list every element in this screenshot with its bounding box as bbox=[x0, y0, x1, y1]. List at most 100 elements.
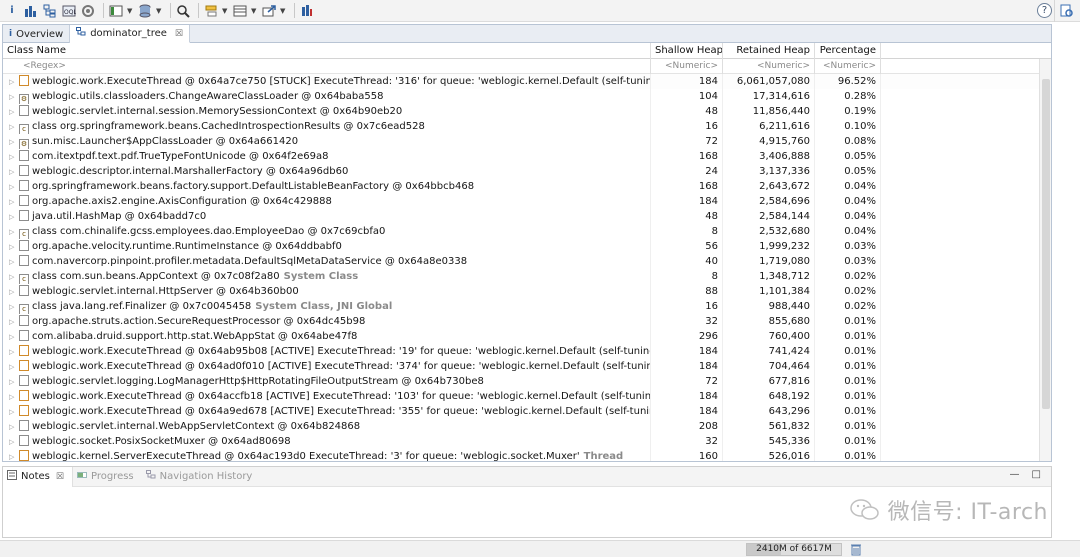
info-icon[interactable]: i bbox=[4, 3, 20, 19]
retained-heap-cell: 704,464 bbox=[723, 359, 815, 374]
garbage-collect-icon[interactable] bbox=[850, 543, 862, 556]
heap-status[interactable]: 2410M of 6617M bbox=[746, 543, 842, 556]
table-row[interactable]: ▷ ⚙ sun.misc.Launcher$AppClassLoader @ 0x6… bbox=[3, 134, 1039, 149]
retained-heap-cell: 741,424 bbox=[723, 344, 815, 359]
object-icon bbox=[19, 195, 29, 206]
close-icon[interactable]: ☒ bbox=[175, 29, 183, 39]
retained-heap-filter-input[interactable]: <Numeric> bbox=[723, 59, 815, 74]
column-percentage[interactable]: Percentage bbox=[815, 43, 881, 59]
table-row[interactable]: ▷ c class java.lang.ref.Finalizer @ 0x7c00… bbox=[3, 299, 1039, 314]
report-dropdown-icon[interactable]: ▼ bbox=[127, 7, 134, 15]
expand-icon[interactable]: ▷ bbox=[9, 255, 18, 269]
expand-icon[interactable]: ▷ bbox=[9, 405, 18, 419]
table-row[interactable]: ▷ weblogic.servlet.internal.WebAppServlet… bbox=[3, 419, 1039, 434]
expand-icon[interactable]: ▷ bbox=[9, 225, 18, 239]
expand-icon[interactable]: ▷ bbox=[9, 315, 18, 329]
expand-icon[interactable]: ▷ bbox=[9, 285, 18, 299]
class-name-cell: ▷ weblogic.descriptor.internal.Marshaller… bbox=[3, 164, 651, 179]
column-shallow-heap[interactable]: Shallow Heap bbox=[651, 43, 723, 59]
table-row[interactable]: ▷ ⚙ weblogic.utils.classloaders.ChangeAwar… bbox=[3, 89, 1039, 104]
class-name-filter-input[interactable]: <Regex> bbox=[3, 59, 651, 74]
table-row[interactable]: ▷ weblogic.kernel.ServerExecuteThread @ 0… bbox=[3, 449, 1039, 461]
percentage-filter-input[interactable]: <Numeric> bbox=[815, 59, 881, 74]
database-icon[interactable] bbox=[137, 3, 153, 19]
table-row[interactable]: ▷ weblogic.servlet.internal.HttpServer @ … bbox=[3, 284, 1039, 299]
dominator-tree-icon[interactable] bbox=[42, 3, 58, 19]
maximize-icon[interactable]: □ bbox=[1032, 469, 1041, 480]
expand-icon[interactable]: ▷ bbox=[9, 135, 18, 149]
expand-icon[interactable]: ▷ bbox=[9, 180, 18, 194]
table-row[interactable]: ▷ weblogic.work.ExecuteThread @ 0x64a9ed6… bbox=[3, 404, 1039, 419]
group-icon[interactable] bbox=[203, 3, 219, 19]
table-row[interactable]: ▷ weblogic.descriptor.internal.Marshaller… bbox=[3, 164, 1039, 179]
expand-icon[interactable]: ▷ bbox=[9, 435, 18, 449]
expand-icon[interactable]: ▷ bbox=[9, 75, 18, 89]
table-row[interactable]: ▷ weblogic.servlet.logging.LogManagerHttp… bbox=[3, 374, 1039, 389]
help-icon[interactable]: ? bbox=[1037, 3, 1052, 18]
expand-icon[interactable]: ▷ bbox=[9, 360, 18, 374]
class-name-cell: ▷ org.springframework.beans.factory.suppo… bbox=[3, 179, 651, 194]
expand-icon[interactable]: ▷ bbox=[9, 420, 18, 434]
tab-overview[interactable]: i Overview bbox=[3, 25, 71, 43]
expand-icon[interactable]: ▷ bbox=[9, 105, 18, 119]
table-row[interactable]: ▷ org.apache.struts.action.SecureRequestP… bbox=[3, 314, 1039, 329]
group-dropdown-icon[interactable]: ▼ bbox=[222, 7, 229, 15]
tab-navigation-history[interactable]: Navigation History bbox=[142, 467, 261, 487]
table-row[interactable]: ▷ c class com.chinalife.gcss.employees.dao… bbox=[3, 224, 1039, 239]
heap-dump-details-icon[interactable] bbox=[1054, 0, 1078, 22]
pin-icon[interactable] bbox=[299, 3, 315, 19]
sql-icon[interactable]: OQL bbox=[61, 3, 77, 19]
expand-icon[interactable]: ▷ bbox=[9, 120, 18, 134]
histogram-icon[interactable] bbox=[23, 3, 39, 19]
table-row[interactable]: ▷ java.util.HashMap @ 0x64badd7c0 48 2,584,… bbox=[3, 209, 1039, 224]
table-row[interactable]: ▷ org.springframework.beans.factory.suppo… bbox=[3, 179, 1039, 194]
export-icon[interactable] bbox=[261, 3, 277, 19]
expand-icon[interactable]: ▷ bbox=[9, 330, 18, 344]
table-row[interactable]: ▷ com.itextpdf.text.pdf.TrueTypeFontUnico… bbox=[3, 149, 1039, 164]
layout-icon[interactable] bbox=[232, 3, 248, 19]
expand-icon[interactable]: ▷ bbox=[9, 390, 18, 404]
table-row[interactable]: ▷ com.alibaba.druid.support.http.stat.Web… bbox=[3, 329, 1039, 344]
expand-icon[interactable]: ▷ bbox=[9, 375, 18, 389]
layout-dropdown-icon[interactable]: ▼ bbox=[251, 7, 258, 15]
expand-icon[interactable]: ▷ bbox=[9, 210, 18, 224]
expand-icon[interactable]: ▷ bbox=[9, 450, 18, 461]
expand-icon[interactable]: ▷ bbox=[9, 240, 18, 254]
table-row[interactable]: ▷ weblogic.socket.PosixSocketMuxer @ 0x64… bbox=[3, 434, 1039, 449]
expand-icon[interactable]: ▷ bbox=[9, 150, 18, 164]
expand-icon[interactable]: ▷ bbox=[9, 345, 18, 359]
shallow-heap-cell: 184 bbox=[651, 74, 723, 89]
class-icon: c bbox=[19, 124, 29, 134]
tab-notes[interactable]: Notes ☒ bbox=[3, 466, 73, 487]
table-row[interactable]: ▷ org.apache.velocity.runtime.RuntimeInst… bbox=[3, 239, 1039, 254]
report-icon[interactable] bbox=[108, 3, 124, 19]
database-dropdown-icon[interactable]: ▼ bbox=[156, 7, 163, 15]
table-row[interactable]: ▷ weblogic.servlet.internal.session.Memor… bbox=[3, 104, 1039, 119]
tab-progress[interactable]: Progress bbox=[73, 467, 142, 487]
shallow-heap-filter-input[interactable]: <Numeric> bbox=[651, 59, 723, 74]
scrollbar-thumb[interactable] bbox=[1042, 79, 1050, 409]
table-row[interactable]: ▷ c class org.springframework.beans.Cached… bbox=[3, 119, 1039, 134]
table-row[interactable]: ▷ weblogic.work.ExecuteThread @ 0x64accfb… bbox=[3, 389, 1039, 404]
expand-icon[interactable]: ▷ bbox=[9, 300, 18, 314]
expand-icon[interactable]: ▷ bbox=[9, 90, 18, 104]
table-row[interactable]: ▷ weblogic.work.ExecuteThread @ 0x64ab95b… bbox=[3, 344, 1039, 359]
table-row[interactable]: ▷ com.navercorp.pinpoint.profiler.metadat… bbox=[3, 254, 1039, 269]
expand-icon[interactable]: ▷ bbox=[9, 270, 18, 284]
close-icon[interactable]: ☒ bbox=[56, 472, 64, 482]
export-dropdown-icon[interactable]: ▼ bbox=[280, 7, 287, 15]
gear-icon[interactable] bbox=[80, 3, 96, 19]
tab-dominator-tree[interactable]: dominator_tree ☒ bbox=[70, 25, 190, 43]
search-icon[interactable] bbox=[175, 3, 191, 19]
table-row[interactable]: ▷ c class com.sun.beans.AppContext @ 0x7c0… bbox=[3, 269, 1039, 284]
table-row[interactable]: ▷ weblogic.work.ExecuteThread @ 0x64ad0f0… bbox=[3, 359, 1039, 374]
expand-icon[interactable]: ▷ bbox=[9, 195, 18, 209]
minimize-icon[interactable]: — bbox=[1010, 469, 1020, 480]
column-class-name[interactable]: Class Name bbox=[3, 43, 651, 59]
object-name: weblogic.work.ExecuteThread @ 0x64a9ed67… bbox=[32, 406, 651, 417]
expand-icon[interactable]: ▷ bbox=[9, 165, 18, 179]
table-row[interactable]: ▷ org.apache.axis2.engine.AxisConfigurati… bbox=[3, 194, 1039, 209]
table-row[interactable]: ▷ weblogic.work.ExecuteThread @ 0x64a7ce7… bbox=[3, 74, 1039, 89]
vertical-scrollbar[interactable] bbox=[1039, 59, 1051, 461]
column-retained-heap[interactable]: Retained Heap bbox=[723, 43, 815, 59]
